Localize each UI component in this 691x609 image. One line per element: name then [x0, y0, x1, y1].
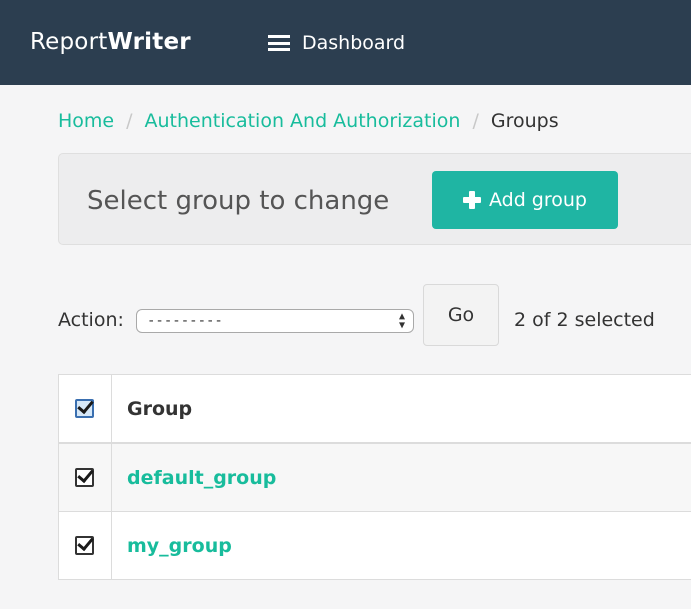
- row-checkbox[interactable]: [75, 533, 94, 555]
- add-group-label: Add group: [488, 189, 587, 211]
- dashboard-nav-link[interactable]: Dashboard: [268, 30, 405, 56]
- checkbox-checked-icon: [77, 465, 94, 483]
- plus-icon: [462, 191, 481, 209]
- page-title: Select group to change: [87, 186, 390, 216]
- breadcrumb-auth-section[interactable]: Authentication And Authorization: [145, 110, 461, 132]
- table-row: my_group: [59, 512, 691, 579]
- checkbox-checked-icon: [77, 533, 94, 551]
- row-check-cell: [59, 512, 112, 579]
- selection-counter: 2 of 2 selected: [514, 309, 655, 331]
- row-checkbox[interactable]: [75, 465, 94, 487]
- breadcrumb-current: Groups: [490, 110, 559, 132]
- breadcrumb: Home / Authentication And Authorization / Gr…: [58, 108, 559, 134]
- table-row: default_group: [59, 444, 691, 512]
- add-group-button[interactable]: Add group: [432, 171, 618, 229]
- page-header: Select group to change Add group: [58, 153, 691, 245]
- select-all-checkbox[interactable]: [75, 396, 94, 418]
- select-all-cell: [59, 375, 112, 442]
- breadcrumb-separator: /: [472, 110, 479, 132]
- action-select-value: ---------: [147, 313, 223, 329]
- checkbox-checked-icon: [77, 396, 94, 414]
- go-button[interactable]: Go: [423, 284, 499, 346]
- hamburger-menu-icon: [268, 35, 290, 51]
- top-navbar: ReportWriter Dashboard: [0, 0, 691, 85]
- group-link[interactable]: my_group: [127, 532, 232, 560]
- breadcrumb-separator: /: [126, 110, 133, 132]
- table-header-row: Group: [59, 375, 691, 444]
- column-header-group[interactable]: Group: [127, 395, 192, 423]
- dashboard-label: Dashboard: [302, 32, 406, 54]
- action-label: Action:: [58, 309, 124, 331]
- brand-bold: Writer: [107, 29, 191, 55]
- breadcrumb-home[interactable]: Home: [58, 110, 114, 132]
- select-arrows-icon: ▲ ▼: [398, 311, 405, 331]
- group-link[interactable]: default_group: [127, 464, 276, 492]
- action-select[interactable]: --------- ▲ ▼: [136, 309, 414, 333]
- brand-prefix: Report: [30, 29, 108, 55]
- results-table: Group default_group my_group: [58, 374, 691, 580]
- row-check-cell: [59, 444, 112, 511]
- brand-logo[interactable]: ReportWriter: [30, 27, 191, 57]
